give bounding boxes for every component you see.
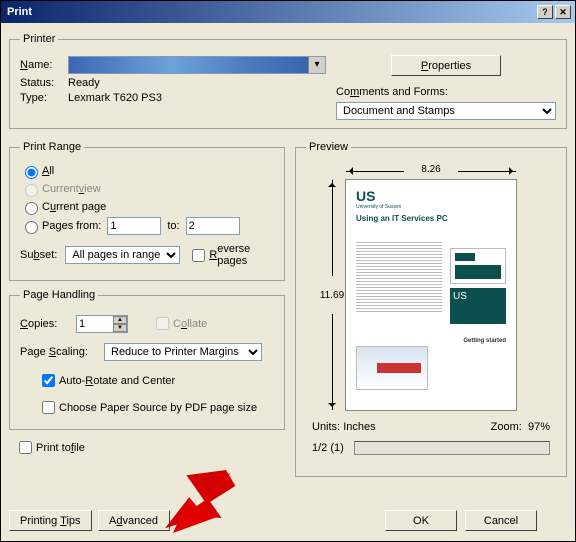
height-dimension: 11.69 [320,180,344,410]
name-label: Name: [20,59,68,71]
status-value: Ready [68,77,100,89]
spin-up-icon[interactable]: ▲ [113,316,127,324]
printer-group: Printer Name: Status: Ready Type: Lexmar… [9,33,567,129]
page-preview: 8.26 11.69 US University of Sussex Using… [345,179,517,411]
copies-label: Copies: [20,318,76,330]
reverse-pages-check[interactable]: Reverse pages [188,243,274,267]
type-label: Type: [20,92,68,104]
page-slider[interactable] [354,441,550,455]
printer-legend: Printer [20,33,58,45]
cancel-button[interactable]: Cancel [465,510,537,531]
print-to-file-check[interactable]: Print to file [15,438,285,457]
print-range-group: Print Range All Current view Current pag… [9,141,285,281]
subset-select[interactable]: All pages in range [65,246,180,264]
printing-tips-button[interactable]: Printing Tips [9,510,92,531]
close-button[interactable]: ✕ [555,5,571,19]
preview-group: Preview 8.26 11.69 US University of Suss… [295,141,567,477]
properties-button[interactable]: Properties [391,55,501,76]
copies-spinner[interactable]: ▲▼ [76,315,128,333]
choose-source-check[interactable]: Choose Paper Source by PDF page size [38,398,274,417]
window-title: Print [5,6,535,18]
copies-input[interactable] [77,316,113,332]
zoom-display: Zoom: 97% [491,421,550,433]
subset-label: Subset: [20,249,57,261]
status-label: Status: [20,77,68,89]
preview-doc: US University of Sussex Using an IT Serv… [356,188,506,402]
printer-name-select[interactable] [68,56,326,74]
collate-check: Collate [152,314,207,333]
type-value: Lexmark T620 PS3 [68,92,162,104]
scaling-label: Page Scaling: [20,346,100,358]
range-legend: Print Range [20,141,84,153]
comments-select[interactable]: Document and Stamps [336,102,556,120]
radio-pages-from[interactable]: Pages from: to: [20,217,274,235]
preview-legend: Preview [306,141,351,153]
pages-to-input[interactable] [186,217,240,235]
radio-all[interactable]: All [20,163,274,179]
scaling-select[interactable]: Reduce to Printer Margins [104,343,262,361]
to-label: to: [167,220,179,232]
pages-from-input[interactable] [107,217,161,235]
comments-label: Comments and Forms: [336,86,556,98]
autorotate-check[interactable]: Auto-Rotate and Center [38,371,274,390]
help-button[interactable]: ? [537,5,553,19]
ok-button[interactable]: OK [385,510,457,531]
radio-current-view: Current view [20,181,274,197]
handling-legend: Page Handling [20,289,98,301]
page-handling-group: Page Handling Copies: ▲▼ Collate Page Sc… [9,289,285,430]
spin-down-icon[interactable]: ▼ [113,324,127,332]
width-dimension: 8.26 [346,164,516,175]
units-display: Units: Inches [312,421,376,433]
advanced-button[interactable]: Advanced [98,510,170,531]
page-indicator: 1/2 (1) [312,442,344,454]
radio-current-page[interactable]: Current page [20,199,274,215]
titlebar: Print ? ✕ [1,1,575,23]
